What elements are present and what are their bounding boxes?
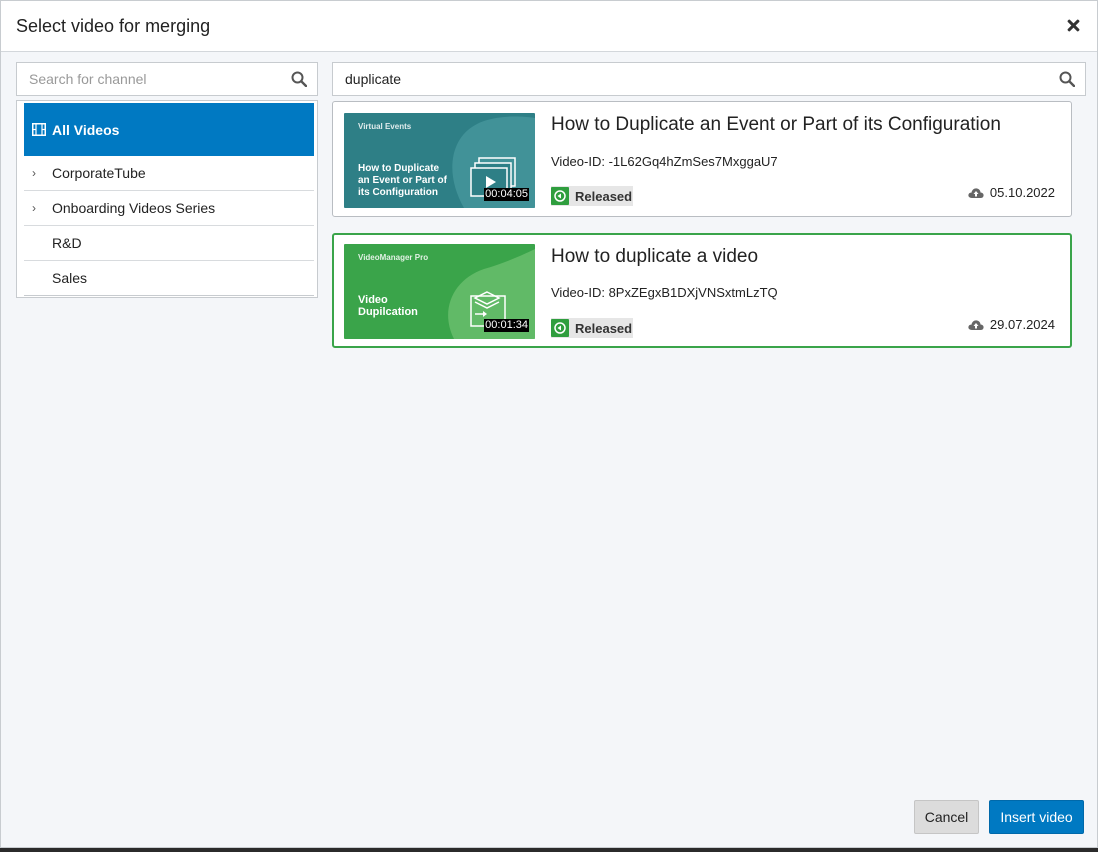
status-badge: Released	[551, 318, 634, 338]
status-badge: Released	[551, 186, 634, 206]
thumbnail-brand: Virtual Events	[358, 122, 412, 131]
video-thumbnail: Virtual Events How to Duplicate an Event…	[344, 113, 535, 208]
video-card[interactable]: Virtual Events How to Duplicate an Event…	[332, 101, 1072, 217]
thumbnail-title: How to Duplicate an Event or Part of its…	[358, 163, 447, 198]
cancel-button[interactable]: Cancel	[914, 800, 979, 834]
released-icon	[551, 187, 569, 205]
channel-label: R&D	[52, 235, 82, 251]
upload-date: 29.07.2024	[968, 317, 1055, 332]
channel-search-box	[16, 62, 318, 96]
video-duration: 00:04:05	[484, 188, 529, 201]
video-search-box	[332, 62, 1086, 96]
video-title: How to Duplicate an Event or Part of its…	[551, 114, 1001, 135]
channel-search-input[interactable]	[29, 71, 291, 87]
channel-label: Onboarding Videos Series	[52, 200, 216, 216]
close-icon[interactable]	[1065, 17, 1083, 35]
video-thumbnail: VideoManager Pro Video Dupilcation 00:01…	[344, 244, 535, 339]
video-id: Video-ID: -1L62Gq4hZmSes7MxggaU7	[551, 154, 778, 169]
upload-date: 05.10.2022	[968, 185, 1055, 200]
channel-item-sales[interactable]: Sales	[24, 261, 314, 296]
channel-item-corporatetube[interactable]: › CorporateTube	[24, 156, 314, 191]
video-id: Video-ID: 8PxZEgxB1DXjVNSxtmLzTQ	[551, 285, 778, 300]
video-title: How to duplicate a video	[551, 246, 759, 267]
merge-video-dialog: Select video for merging All Videos	[0, 0, 1098, 848]
channel-label: CorporateTube	[52, 165, 146, 181]
released-icon	[551, 319, 569, 337]
channel-label: Sales	[52, 270, 88, 286]
cloud-upload-icon	[968, 187, 984, 198]
chevron-right-icon[interactable]: ›	[32, 166, 52, 180]
dialog-header: Select video for merging	[1, 1, 1097, 52]
channel-list: All Videos › CorporateTube › Onboarding …	[16, 100, 318, 298]
channel-item-rnd[interactable]: R&D	[24, 226, 314, 261]
video-search-input[interactable]	[345, 71, 1059, 87]
channel-label: All Videos	[52, 121, 120, 138]
search-icon[interactable]	[1059, 71, 1075, 87]
thumbnail-brand: VideoManager Pro	[358, 253, 429, 262]
dialog-title: Select video for merging	[16, 15, 211, 36]
film-icon	[32, 123, 46, 136]
video-duration: 00:01:34	[484, 319, 529, 332]
insert-video-button[interactable]: Insert video	[989, 800, 1084, 834]
cloud-upload-icon	[968, 319, 984, 330]
chevron-right-icon[interactable]: ›	[32, 201, 52, 215]
search-icon[interactable]	[291, 71, 307, 87]
channel-item-all-videos[interactable]: All Videos	[24, 103, 314, 156]
thumbnail-title: Video Dupilcation	[358, 294, 418, 318]
video-card-selected[interactable]: VideoManager Pro Video Dupilcation 00:01…	[332, 233, 1072, 348]
channel-item-onboarding[interactable]: › Onboarding Videos Series	[24, 191, 314, 226]
